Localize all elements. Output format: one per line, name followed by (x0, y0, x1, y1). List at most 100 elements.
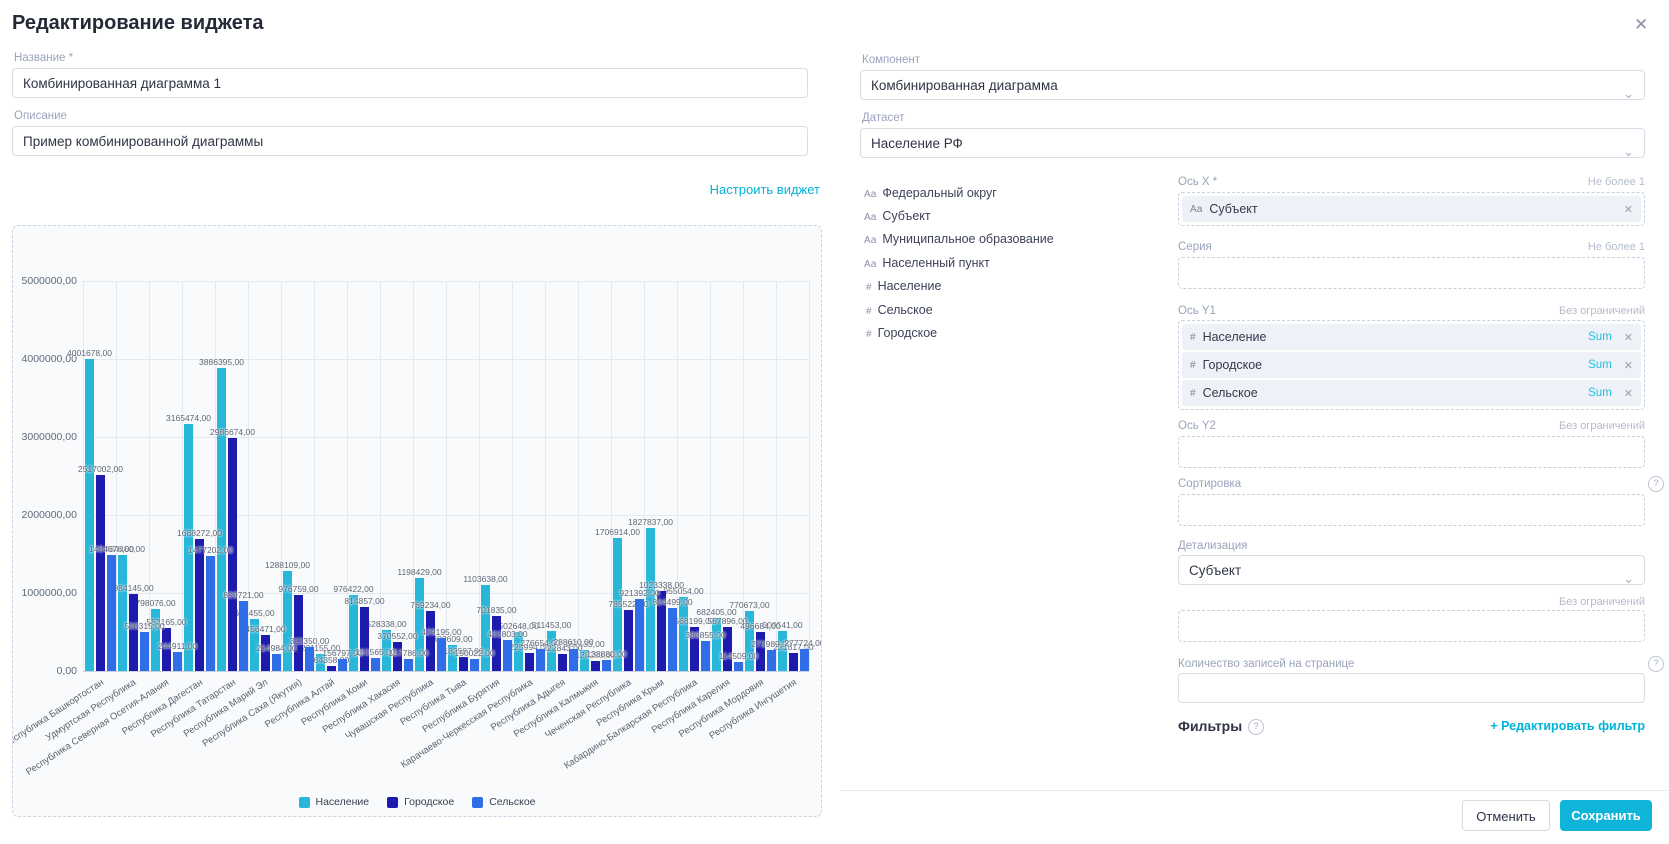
bar (536, 649, 545, 671)
bar (217, 368, 226, 671)
remove-icon[interactable]: ✕ (1624, 331, 1633, 344)
field-name: Сельское (878, 303, 933, 317)
text-type-icon: Аа (864, 259, 876, 270)
bar-value-label: 769234,00 (410, 600, 450, 610)
configure-widget-link[interactable]: Настроить виджет (710, 182, 820, 197)
bar (404, 659, 413, 671)
axis-y1-chip[interactable]: # Городское Sum ✕ (1182, 352, 1641, 378)
legend-item[interactable]: Сельское (472, 796, 535, 808)
save-button[interactable]: Сохранить (1560, 800, 1652, 831)
dataset-field-item[interactable]: АаСубъект (864, 209, 931, 223)
dataset-field-item[interactable]: АаНаселенный пункт (864, 256, 990, 270)
dataset-select[interactable]: Население РФ ⌄ (860, 128, 1645, 158)
bar-value-label: 500315,00 (124, 621, 164, 631)
gridline (182, 281, 183, 671)
bar-value-label: 288610,00 (553, 637, 593, 647)
gridline (545, 281, 546, 671)
component-select[interactable]: Комбинированная диаграмма ⌄ (860, 70, 1645, 100)
aggregation-badge[interactable]: Sum (1588, 387, 1612, 399)
axis-y1-hint: Без ограничений (1445, 305, 1645, 317)
filters-label: Фильтры (1178, 718, 1242, 734)
help-icon[interactable]: ? (1248, 719, 1264, 735)
gridline (347, 281, 348, 671)
series-dropzone[interactable] (1178, 257, 1645, 289)
legend-label: Городское (404, 796, 454, 808)
bar (569, 649, 578, 672)
bar-value-label: 814857,00 (344, 596, 384, 606)
dataset-field-item[interactable]: АаМуниципальное образование (864, 232, 1054, 246)
remove-icon[interactable]: ✕ (1624, 203, 1633, 216)
dataset-field-item[interactable]: #Население (866, 279, 941, 293)
axis-x-dropzone[interactable]: Аа Субъект ✕ (1178, 192, 1645, 226)
dataset-field-item[interactable]: # Городское (866, 326, 937, 340)
remove-icon[interactable]: ✕ (1624, 387, 1633, 400)
bar (503, 640, 512, 671)
dataset-field-item[interactable]: #Сельское (866, 303, 933, 317)
close-icon[interactable]: ✕ (1634, 16, 1648, 33)
bar (668, 608, 677, 671)
cancel-button[interactable]: Отменить (1462, 800, 1550, 831)
detail-select[interactable]: Субъект ⌄ (1178, 555, 1645, 585)
dataset-field-item[interactable]: Аа Федеральный округ (864, 186, 997, 200)
legend-item[interactable]: Население (299, 796, 370, 808)
bar-value-label: 899721,00 (223, 590, 263, 600)
aggregation-badge[interactable]: Sum (1588, 359, 1612, 371)
field-name: Городское (878, 326, 938, 340)
bar (129, 594, 138, 671)
chevron-down-icon: ⌄ (1623, 564, 1634, 585)
x-axis-label: Республика Северная Осетия-Алания (25, 677, 172, 778)
bar-value-label: 2517002,00 (78, 464, 123, 474)
aggregation-badge[interactable]: Sum (1588, 331, 1612, 343)
footer-divider (840, 790, 1669, 791)
bar-value-label: 311350,00 (290, 636, 330, 646)
component-value: Комбинированная диаграмма (871, 78, 1058, 93)
number-type-icon: # (1190, 360, 1196, 371)
axis-x-chip[interactable]: Аа Субъект ✕ (1182, 196, 1641, 222)
widget-edit-modal: Редактирование виджета ✕ Название * Комб… (0, 0, 1669, 844)
axis-y1-dropzone[interactable]: # Население Sum ✕ # Городское Sum ✕ # Се… (1178, 320, 1645, 410)
bar-value-label: 3886395,00 (199, 357, 244, 367)
name-label: Название * (14, 52, 73, 64)
axis-y1-chip[interactable]: # Сельское Sum ✕ (1182, 380, 1641, 406)
bar-value-label: 277724,00 (784, 638, 822, 648)
axis-y1-chip[interactable]: # Население Sum ✕ (1182, 324, 1641, 350)
field-name: Муниципальное образование (882, 232, 1053, 246)
number-type-icon: # (866, 329, 872, 340)
gridline (380, 281, 381, 671)
bar-value-label: 4001678,00 (67, 348, 112, 358)
description-label: Описание (14, 110, 67, 122)
legend-label: Сельское (489, 796, 535, 808)
legend-item[interactable]: Городское (387, 796, 454, 808)
y-axis-tick: 1000000,00 (12, 587, 77, 599)
name-input[interactable]: Комбинированная диаграмма 1 (12, 68, 808, 98)
help-icon[interactable]: ? (1648, 656, 1664, 672)
axis-y2-dropzone[interactable] (1178, 436, 1645, 468)
field-name: Федеральный округ (882, 186, 997, 200)
records-per-page-input[interactable] (1178, 673, 1645, 703)
chart-card: 0,001000000,002000000,003000000,00400000… (12, 225, 822, 817)
bar-value-label: 1827837,00 (628, 517, 673, 527)
extra-dropzone[interactable] (1178, 610, 1645, 642)
bar (173, 652, 182, 671)
edit-filter-link[interactable]: + Редактировать фильтр (1490, 719, 1645, 733)
sorting-dropzone[interactable] (1178, 494, 1645, 526)
bar (558, 654, 567, 671)
legend-swatch-icon (472, 797, 483, 808)
text-type-icon: Аа (864, 189, 876, 200)
sorting-label: Сортировка (1178, 478, 1241, 490)
remove-icon[interactable]: ✕ (1624, 359, 1633, 372)
bar (712, 618, 721, 671)
bar (789, 653, 798, 671)
bar (701, 641, 710, 671)
bar-value-label: 370552,00 (377, 631, 417, 641)
bar (800, 649, 809, 671)
help-icon[interactable]: ? (1648, 476, 1664, 492)
chart-legend[interactable]: Население Городское Сельское (13, 796, 821, 808)
y-axis-tick: 0,00 (12, 665, 77, 677)
y-axis-tick: 3000000,00 (12, 431, 77, 443)
chip-name: Субъект (1209, 202, 1257, 216)
bar (96, 475, 105, 671)
description-input[interactable]: Пример комбинированной диаграммы (12, 126, 808, 156)
bar (602, 660, 611, 671)
bar (195, 539, 204, 671)
